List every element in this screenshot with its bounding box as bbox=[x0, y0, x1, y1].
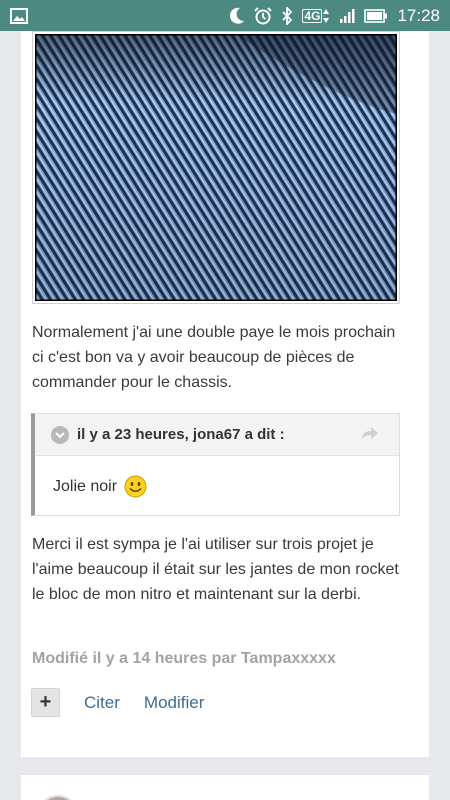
modified-notice: Modifié il y a 14 heures par Tampaxxxxx bbox=[32, 650, 336, 667]
next-post-card bbox=[21, 775, 429, 800]
plus-button[interactable]: + bbox=[31, 688, 60, 717]
moon-icon bbox=[229, 7, 245, 25]
quote-header: il y a 23 heures, jona67 a dit : bbox=[35, 414, 399, 456]
signal-icon bbox=[339, 8, 355, 24]
smiley-icon bbox=[124, 475, 147, 498]
post-paragraph-1: Normalement j'ai une double paye le mois… bbox=[32, 324, 396, 391]
quote-body: Jolie noir bbox=[35, 456, 399, 498]
post-image[interactable] bbox=[32, 31, 400, 304]
edit-link[interactable]: Modifier bbox=[144, 693, 204, 713]
clock: 17:28 bbox=[397, 5, 440, 25]
gallery-icon bbox=[10, 7, 28, 24]
chevron-down-icon[interactable] bbox=[51, 425, 69, 444]
quote-block: il y a 23 heures, jona67 a dit : Jolie n… bbox=[31, 413, 400, 516]
bluetooth-icon bbox=[281, 6, 293, 25]
quote-text: Jolie noir bbox=[53, 477, 118, 495]
network-4g-icon: 4G bbox=[302, 8, 330, 24]
carbon-fiber-image bbox=[35, 34, 397, 301]
post-paragraph-2: Merci il est sympa je l'ai utiliser sur … bbox=[32, 536, 399, 603]
status-bar: 4G 17:28 bbox=[0, 0, 450, 31]
battery-icon bbox=[364, 8, 388, 23]
alarm-icon bbox=[254, 6, 273, 25]
post-actions: + Citer Modifier bbox=[31, 688, 204, 717]
quote-link[interactable]: Citer bbox=[84, 693, 120, 713]
quote-author[interactable]: il y a 23 heures, jona67 a dit : bbox=[77, 426, 285, 443]
share-arrow-icon[interactable] bbox=[361, 425, 379, 446]
